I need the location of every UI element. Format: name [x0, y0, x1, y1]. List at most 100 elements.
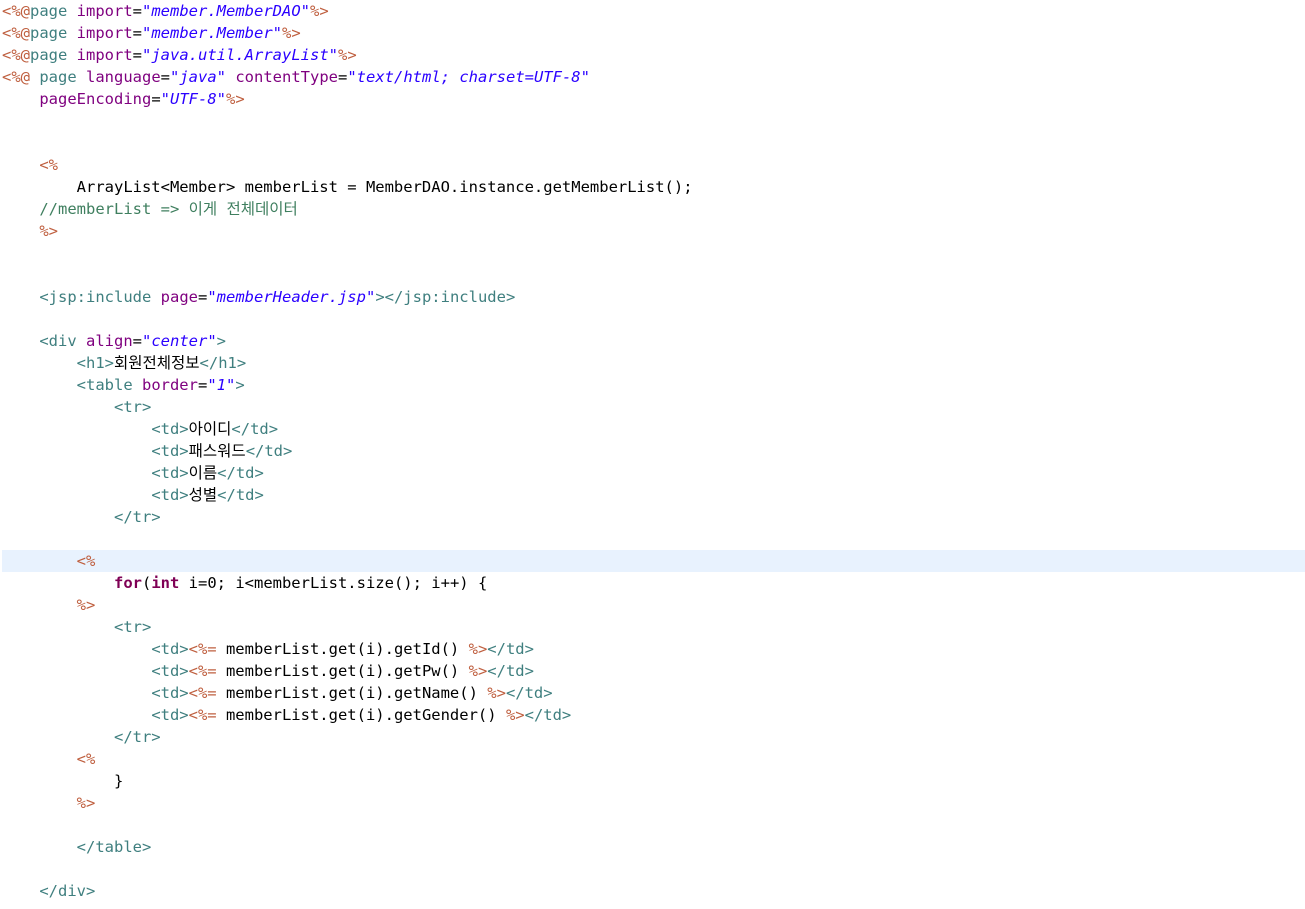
code-line[interactable]: </table>	[2, 836, 1305, 858]
code-line[interactable]: <td><%= memberList.get(i).getPw() %></td…	[2, 660, 1305, 682]
code-line[interactable]: </div>	[2, 880, 1305, 902]
code-token-delim: <%@	[2, 68, 30, 86]
code-line[interactable]: </tr>	[2, 726, 1305, 748]
code-token-tag: </td>	[217, 464, 264, 482]
code-line[interactable]: <td>이름</td>	[2, 462, 1305, 484]
code-token-delim: %>	[310, 2, 329, 20]
code-line[interactable]: <td><%= memberList.get(i).getId() %></td…	[2, 638, 1305, 660]
code-line[interactable]: <tr>	[2, 396, 1305, 418]
code-line[interactable]: <table border="1">	[2, 374, 1305, 396]
code-line[interactable]: ​	[2, 110, 1305, 132]
code-line[interactable]: <%	[2, 748, 1305, 770]
code-line[interactable]: ​	[2, 264, 1305, 286]
code-line[interactable]: ArrayList<Member> memberList = MemberDAO…	[2, 176, 1305, 198]
code-line[interactable]: <td><%= memberList.get(i).getGender() %>…	[2, 704, 1305, 726]
code-token-tag: <td>	[151, 662, 189, 680]
code-token-delim: %>	[337, 46, 357, 64]
code-line[interactable]: <tr>	[2, 616, 1305, 638]
code-line[interactable]: <h1>회원전체정보</h1>	[2, 352, 1305, 374]
code-editor[interactable]: <%@page import="member.MemberDAO"%> <%@pa…	[0, 0, 1305, 909]
code-text-area[interactable]: <%@page import="member.MemberDAO"%> <%@pa…	[2, 0, 1305, 902]
code-token-plain: i=0; i<memberList.size(); i++) {	[179, 574, 488, 592]
code-token-str: "center"	[142, 332, 217, 350]
code-line[interactable]: <%@page import="member.Member"%>	[2, 22, 1305, 44]
code-token-str: "text/html; charset=UTF-8"	[347, 68, 590, 86]
code-token-attr: border	[141, 376, 198, 394]
code-line[interactable]: <div align="center">	[2, 330, 1305, 352]
code-token-tag: </td>	[487, 662, 534, 680]
code-line[interactable]: ​	[2, 242, 1305, 264]
code-token-delim: %>	[282, 24, 301, 42]
code-token-str: "1"	[207, 376, 236, 394]
code-line[interactable]: }	[2, 770, 1305, 792]
code-line[interactable]: //memberList => 이게 전체데이터	[2, 198, 1305, 220]
code-token-tag: </td>	[245, 442, 293, 460]
code-token-delim: %>	[225, 90, 245, 108]
code-token-tag: <tr>	[113, 398, 152, 416]
code-line[interactable]: ​	[2, 528, 1305, 550]
code-line[interactable]: ​	[2, 814, 1305, 836]
code-token-tag: <h1>	[76, 354, 114, 372]
code-line[interactable]: <%	[2, 154, 1305, 176]
code-line[interactable]: <td><%= memberList.get(i).getName() %></…	[2, 682, 1305, 704]
code-token-attr: import	[76, 2, 133, 20]
code-token-attr: pageEncoding	[39, 90, 152, 108]
code-line[interactable]: ​	[2, 132, 1305, 154]
code-line[interactable]: <td>아이디</td>	[2, 418, 1305, 440]
code-line[interactable]: ​	[2, 858, 1305, 880]
code-token-kw: for	[113, 574, 142, 592]
code-token-directive: page	[30, 2, 77, 20]
code-token-plain: memberList.get(i).getGender()	[216, 706, 506, 724]
code-token-directive: page	[30, 46, 77, 64]
code-token-delim: <%	[76, 552, 96, 570]
code-token-tag: >	[216, 332, 227, 350]
code-line[interactable]: <jsp:include page="memberHeader.jsp"></j…	[2, 286, 1305, 308]
code-line[interactable]: <td>패스워드</td>	[2, 440, 1305, 462]
code-token-delim: %>	[505, 706, 525, 724]
code-line[interactable]: %>	[2, 220, 1305, 242]
code-line[interactable]: <%@page import="member.MemberDAO"%>	[2, 0, 1305, 22]
code-line[interactable]: for(int i=0; i<memberList.size(); i++) {	[2, 572, 1305, 594]
code-token-delim: %>	[487, 684, 506, 702]
code-line[interactable]: pageEncoding="UTF-8"%>	[2, 88, 1305, 110]
code-line[interactable]: <td>성별</td>	[2, 484, 1305, 506]
code-token-plain: memberList.get(i).getId()	[216, 640, 469, 658]
code-token-tag: </h1>	[199, 354, 247, 372]
code-token-attr: contentType	[235, 68, 338, 86]
code-token-kw: int	[151, 574, 180, 592]
code-token-tag: </td>	[505, 684, 553, 702]
code-line[interactable]: %>	[2, 792, 1305, 814]
code-token-tag: <td>	[151, 640, 189, 658]
code-line[interactable]: <%@page import="java.util.ArrayList"%>	[2, 44, 1305, 66]
code-line[interactable]: </tr>	[2, 506, 1305, 528]
code-token-comment: //memberList => 이게 전체데이터	[39, 200, 298, 218]
code-line-current[interactable]: <%	[2, 550, 1305, 572]
code-token-delim: <%=	[188, 684, 217, 702]
code-token-plain: 아이디	[188, 420, 232, 438]
code-token-delim: <%	[39, 156, 58, 174]
code-token-tag: <td>	[151, 464, 189, 482]
code-token-plain: =	[151, 90, 161, 108]
code-token-attr: import	[76, 46, 133, 64]
code-token-str: "UTF-8"	[160, 90, 226, 108]
code-token-attr: align	[86, 332, 133, 350]
code-line[interactable]: ​	[2, 308, 1305, 330]
code-line[interactable]: %>	[2, 594, 1305, 616]
code-line[interactable]: <%@ page language="java" contentType="te…	[2, 66, 1305, 88]
